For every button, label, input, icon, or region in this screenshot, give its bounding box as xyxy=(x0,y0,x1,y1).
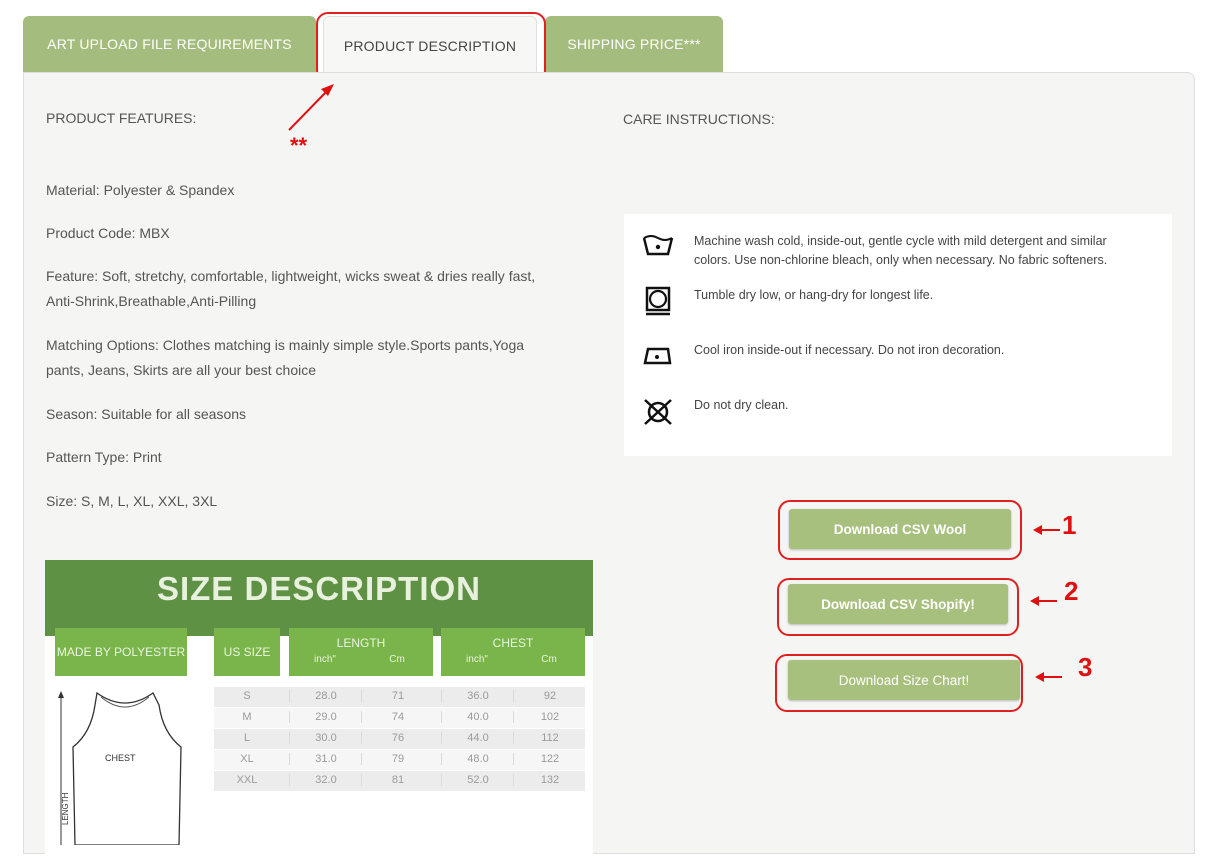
annotation-number-1: 1 xyxy=(1062,510,1077,540)
annotation-number-2: 2 xyxy=(1064,576,1079,606)
annotation-number-3: 3 xyxy=(1078,652,1093,682)
annotation-overlay xyxy=(288,84,1062,682)
tab-annotation-marker: ** xyxy=(290,133,308,158)
